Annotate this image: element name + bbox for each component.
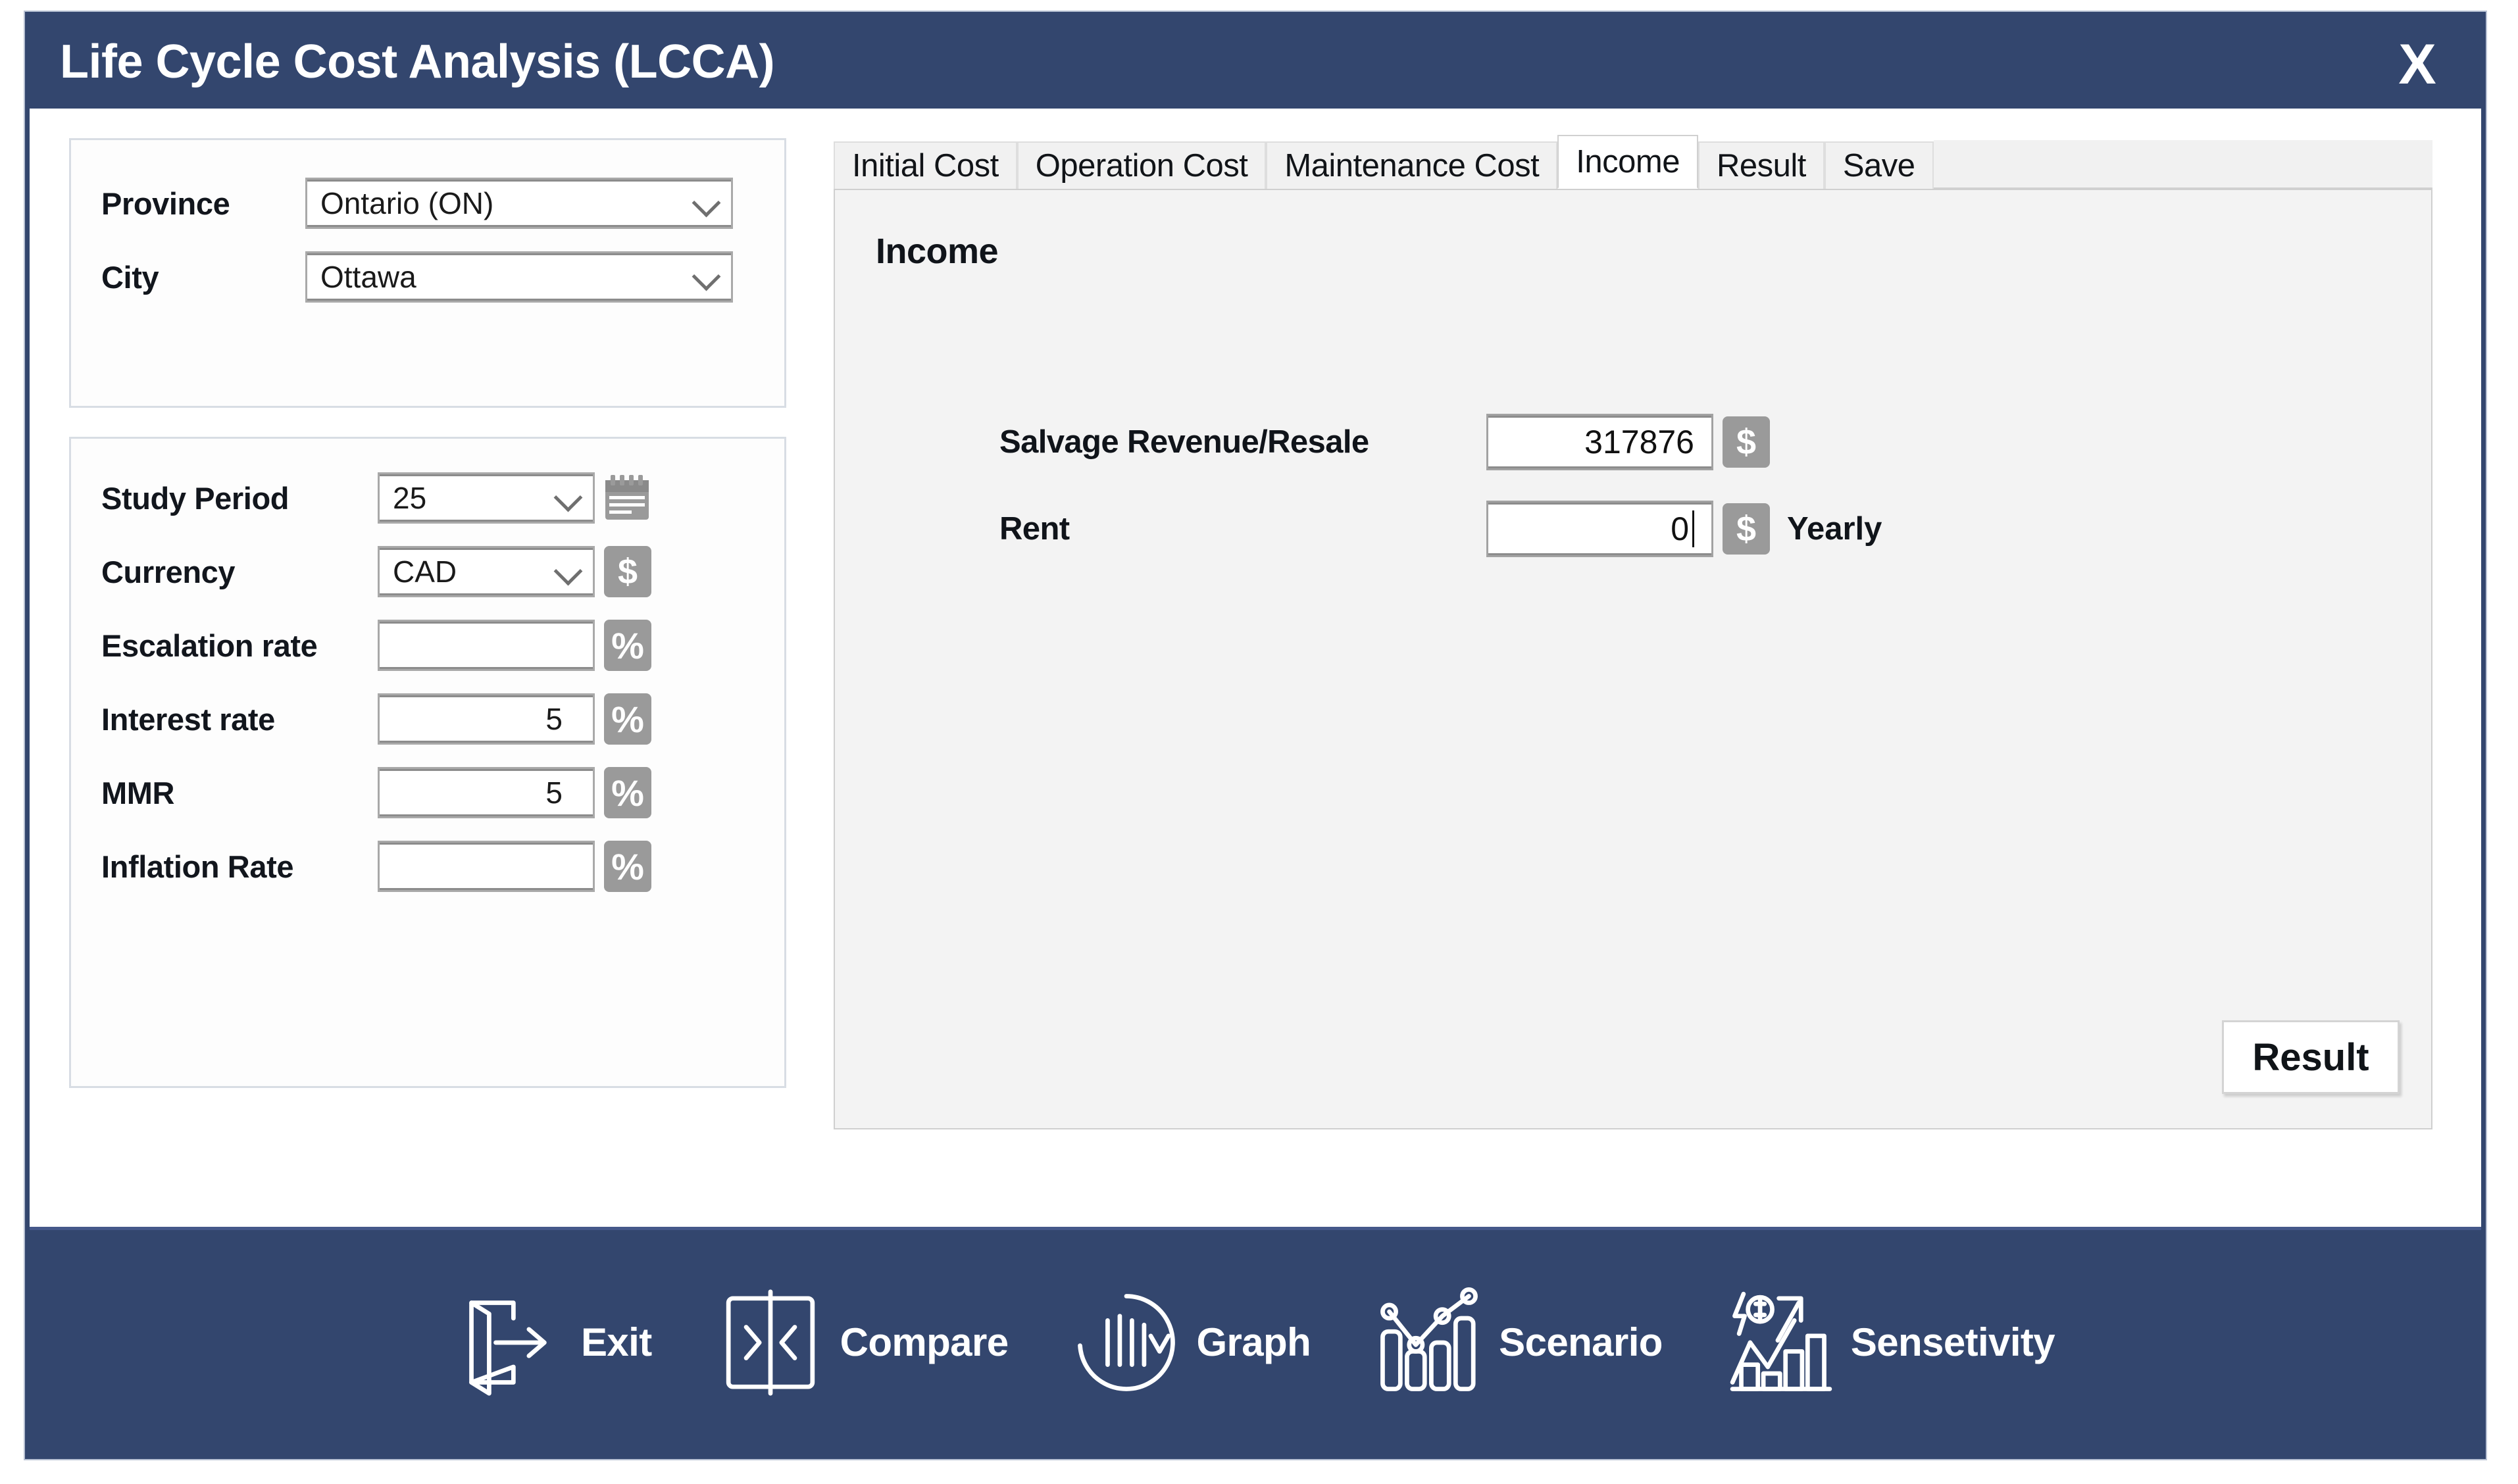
toolbar-label-graph: Graph bbox=[1196, 1320, 1311, 1365]
graph-refresh-icon bbox=[1071, 1287, 1182, 1398]
province-select[interactable]: Ontario (ON) bbox=[305, 178, 733, 229]
inflation-rate-input[interactable] bbox=[378, 841, 595, 892]
tab-maintenance-cost[interactable]: Maintenance Cost bbox=[1266, 141, 1557, 189]
chevron-down-icon bbox=[692, 189, 721, 218]
field-row-currency: Currency CAD $ bbox=[101, 535, 754, 608]
escalation-rate-label: Escalation rate bbox=[101, 628, 378, 664]
percent-icon: % bbox=[604, 767, 651, 818]
city-label: City bbox=[101, 259, 305, 295]
income-row-rent: Rent 0 $ Yearly bbox=[999, 501, 1882, 557]
chevron-down-icon bbox=[554, 483, 583, 512]
chevron-down-icon bbox=[554, 557, 583, 586]
percent-icon: % bbox=[604, 841, 651, 892]
bottom-toolbar: Exit Compare bbox=[30, 1227, 2481, 1454]
mmr-label: MMR bbox=[101, 775, 378, 811]
dollar-icon: $ bbox=[1723, 416, 1770, 468]
toolbar-button-sensitivity[interactable]: Sensetivity bbox=[1726, 1287, 2055, 1398]
title-bar: Life Cycle Cost Analysis (LCCA) X bbox=[30, 16, 2481, 109]
percent-icon: % bbox=[604, 620, 651, 671]
field-row-escalation-rate: Escalation rate % bbox=[101, 608, 754, 682]
tab-strip: Initial Cost Operation Cost Maintenance … bbox=[834, 135, 2432, 189]
tab-save[interactable]: Save bbox=[1825, 141, 1934, 189]
compare-panels-icon bbox=[715, 1287, 826, 1398]
calendar-icon bbox=[604, 474, 650, 522]
toolbar-label-scenario: Scenario bbox=[1499, 1320, 1663, 1365]
city-select[interactable]: Ottawa bbox=[305, 251, 733, 303]
panel-heading: Income bbox=[876, 231, 998, 272]
rent-value: 0 bbox=[1671, 510, 1689, 548]
sensitivity-chart-icon bbox=[1726, 1287, 1836, 1398]
toolbar-button-graph[interactable]: Graph bbox=[1071, 1287, 1311, 1398]
window-body: Province Ontario (ON) City Ottawa bbox=[30, 109, 2481, 1227]
interest-rate-label: Interest rate bbox=[101, 701, 378, 737]
province-label: Province bbox=[101, 186, 305, 222]
toolbar-label-sensitivity: Sensetivity bbox=[1851, 1320, 2055, 1365]
dollar-icon: $ bbox=[604, 546, 651, 597]
tab-result[interactable]: Result bbox=[1698, 141, 1825, 189]
toolbar-label-compare: Compare bbox=[840, 1320, 1009, 1365]
salvage-revenue-input[interactable]: 317876 bbox=[1486, 414, 1713, 470]
toolbar-button-compare[interactable]: Compare bbox=[715, 1287, 1009, 1398]
location-panel: Province Ontario (ON) City Ottawa bbox=[69, 138, 786, 408]
page-title: Life Cycle Cost Analysis (LCCA) bbox=[60, 35, 774, 89]
lcca-window: Life Cycle Cost Analysis (LCCA) X Provin… bbox=[25, 12, 2486, 1459]
left-column: Province Ontario (ON) City Ottawa bbox=[69, 138, 786, 1088]
currency-select[interactable]: CAD bbox=[378, 546, 595, 597]
currency-label: Currency bbox=[101, 554, 378, 590]
income-row-salvage: Salvage Revenue/Resale 317876 $ bbox=[999, 414, 1787, 470]
field-row-province: Province Ontario (ON) bbox=[101, 166, 754, 240]
salvage-revenue-label: Salvage Revenue/Resale bbox=[999, 424, 1486, 460]
currency-value: CAD bbox=[380, 554, 457, 589]
scenario-bar-line-icon bbox=[1374, 1287, 1484, 1398]
city-value: Ottawa bbox=[307, 259, 416, 295]
field-row-inflation-rate: Inflation Rate % bbox=[101, 829, 754, 903]
toolbar-button-exit[interactable]: Exit bbox=[456, 1287, 652, 1398]
field-row-mmr: MMR 5 % bbox=[101, 756, 754, 829]
escalation-rate-input[interactable] bbox=[378, 620, 595, 671]
field-row-interest-rate: Interest rate 5 % bbox=[101, 682, 754, 756]
toolbar-label-exit: Exit bbox=[581, 1320, 652, 1365]
result-button[interactable]: Result bbox=[2222, 1020, 2400, 1094]
income-tab-panel: Income Salvage Revenue/Resale 317876 $ R… bbox=[834, 189, 2432, 1129]
tab-strip-filler bbox=[1934, 140, 2432, 189]
study-period-label: Study Period bbox=[101, 480, 378, 516]
dollar-icon: $ bbox=[1723, 503, 1770, 555]
text-caret bbox=[1692, 510, 1694, 547]
right-column: Initial Cost Operation Cost Maintenance … bbox=[834, 135, 2432, 1129]
field-row-city: City Ottawa bbox=[101, 240, 754, 314]
mmr-input[interactable]: 5 bbox=[378, 767, 595, 818]
close-icon[interactable]: X bbox=[2381, 28, 2454, 101]
province-value: Ontario (ON) bbox=[307, 186, 493, 221]
rent-input[interactable]: 0 bbox=[1486, 501, 1713, 557]
study-period-select[interactable]: 25 bbox=[378, 472, 595, 524]
percent-icon: % bbox=[604, 693, 651, 745]
rent-label: Rent bbox=[999, 510, 1486, 547]
study-period-value: 25 bbox=[380, 480, 426, 516]
interest-rate-input[interactable]: 5 bbox=[378, 693, 595, 745]
inflation-rate-label: Inflation Rate bbox=[101, 849, 378, 885]
tab-operation-cost[interactable]: Operation Cost bbox=[1017, 141, 1267, 189]
toolbar-button-scenario[interactable]: Scenario bbox=[1374, 1287, 1663, 1398]
exit-door-icon bbox=[456, 1287, 567, 1398]
tab-income[interactable]: Income bbox=[1557, 135, 1698, 189]
chevron-down-icon bbox=[692, 262, 721, 291]
rent-suffix: Yearly bbox=[1787, 510, 1882, 547]
tab-initial-cost[interactable]: Initial Cost bbox=[834, 141, 1017, 189]
parameters-panel: Study Period 25 bbox=[69, 437, 786, 1088]
field-row-study-period: Study Period 25 bbox=[101, 461, 754, 535]
